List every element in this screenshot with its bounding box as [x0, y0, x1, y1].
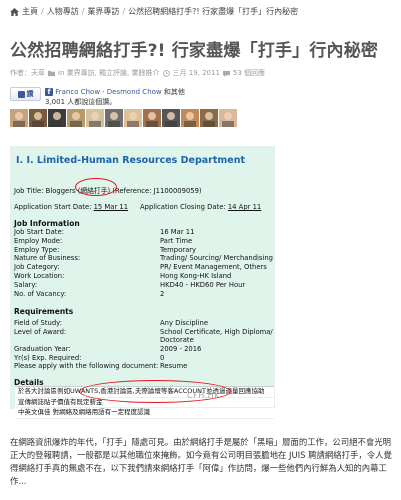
details-box: 於各大討論區例如UWANTS,香港討論區,夫際論壇等客ACCOUNT並透過適量回…	[15, 386, 274, 419]
application-closing-row: Application Closing Date: 14 Apr 11	[140, 203, 261, 211]
job-field-label: No. of Vacancy:	[14, 289, 67, 298]
post-author[interactable]: 作者：天草	[10, 68, 45, 78]
breadcrumb-separator: /	[122, 7, 126, 16]
like-button-label: 讚	[26, 90, 34, 98]
post-date: 三月 19, 2011	[172, 69, 220, 77]
friend-avatar[interactable]	[219, 109, 237, 127]
thumbs-up-icon	[17, 90, 25, 98]
requirement-value: Any Discipline	[160, 319, 209, 327]
like-count: 3,001 人都說這個讚。	[45, 98, 117, 106]
requirement-value: School Certificate, High Diploma/ Associ…	[160, 328, 274, 336]
comment-icon	[222, 70, 230, 77]
clock-icon	[162, 69, 170, 77]
breadcrumb-item-current: 公然招聘網絡打手?! 行家盡爆「打手」行內秘密	[128, 7, 299, 16]
article-intro: 在網路資訊爆炸的年代，「打手」隨處可見。由於網絡打手是屬於「黑暗」層面的工作，公…	[10, 437, 392, 486]
requirement-value: 0	[160, 353, 165, 362]
breadcrumb-item-industry[interactable]: 業界專訪	[87, 6, 119, 17]
requirement-label: Yr(s) Exp. Required:	[14, 353, 82, 362]
application-closing-label: Application Closing Date:	[140, 203, 226, 211]
level-of-award-value-cont: Doctorate	[160, 336, 194, 344]
facebook-friends-text: f Franco Chow · Desmond Chow 和其他 3,001 人…	[45, 87, 185, 107]
breadcrumb: 主頁 / 人物專訪 / 業界專訪 / 公然招聘網絡打手?! 行家盡爆「打手」行內…	[10, 6, 298, 17]
breadcrumb-item-interviews[interactable]: 人物專訪	[47, 6, 79, 17]
watermark-text: CFH.HK	[187, 391, 220, 400]
friend-avatar[interactable]	[124, 109, 142, 127]
details-line: 中英文俱佳 對網絡及網絡用語有一定程度認識	[15, 408, 274, 419]
details-line: 宣傳網誌貼子價值有既定薪金	[15, 398, 274, 408]
job-field-value: Trading/ Sourcing/ Merchandising	[160, 254, 273, 263]
job-field-value: 16 Mar 11	[160, 228, 195, 236]
job-field-value: HKD40 - HKD60 Per Hour	[160, 280, 246, 289]
friend-avatar[interactable]	[105, 109, 123, 127]
job-info-heading: Job Information	[14, 219, 80, 228]
post-meta: 作者：天草 in 業界專訪, 獨立評論, 業餘推介 三月 19, 2011 53…	[10, 68, 265, 78]
home-icon[interactable]	[10, 7, 19, 16]
friend-avatar[interactable]	[200, 109, 218, 127]
facebook-faces	[10, 109, 237, 127]
post-categories[interactable]: in 業界專訪, 獨立評論, 業餘推介	[58, 68, 160, 78]
job-field-label: Work Location:	[14, 272, 65, 280]
application-closing-value: 14 Apr 11	[227, 203, 262, 211]
job-field-label: Employ Mode:	[14, 236, 63, 245]
friend-avatar[interactable]	[10, 109, 28, 127]
friend-avatar[interactable]	[48, 109, 66, 127]
friend-avatar[interactable]	[86, 109, 104, 127]
job-field-label: Nature of Business:	[14, 254, 81, 263]
friend-link[interactable]: Franco Chow	[55, 88, 100, 96]
requirement-label: Field of Study:	[14, 319, 62, 327]
requirement-value: Resume	[160, 362, 188, 370]
details-line: 於各大討論區例如UWANTS,香港討論區,夫際論壇等客ACCOUNT並透過適量回…	[15, 387, 274, 398]
job-title-label: Job Title:	[14, 187, 44, 195]
friend-link[interactable]: Desmond Chow	[107, 88, 162, 96]
post-comments[interactable]: 53 個回應	[233, 68, 265, 78]
application-start-value: 15 Mar 11	[93, 203, 129, 211]
requirement-label: Please apply with the following document…	[14, 362, 159, 370]
friend-avatar[interactable]	[162, 109, 180, 127]
breadcrumb-separator: /	[81, 7, 85, 16]
requirement-value: 2009 - 2016	[160, 345, 202, 353]
job-ad-screenshot: I. I. Limited-Human Resources Department…	[10, 146, 275, 419]
folder-icon	[48, 70, 55, 76]
friend-separator: ·	[102, 88, 105, 96]
job-field-label: Job Category:	[14, 263, 60, 272]
requirement-label: Graduation Year:	[14, 345, 71, 353]
friend-avatar[interactable]	[181, 109, 199, 127]
friend-avatar[interactable]	[67, 109, 85, 127]
friends-others: 和其他	[163, 88, 185, 96]
job-title-row: Job Title: Bloggers (網絡打手) (Reference: J…	[14, 185, 202, 195]
job-field-value: 2	[160, 289, 165, 298]
friend-avatar[interactable]	[29, 109, 47, 127]
facebook-icon: f	[45, 88, 53, 96]
job-field-value: Temporary	[160, 245, 197, 254]
facebook-like-box: 讚 f Franco Chow · Desmond Chow 和其他 3,001…	[10, 87, 185, 109]
job-field-value: Hong Kong-HK Island	[160, 272, 232, 280]
application-start-label: Application Start Date:	[14, 203, 92, 211]
like-button[interactable]: 讚	[10, 87, 41, 101]
job-field-label: Employ Type:	[14, 245, 60, 254]
job-field-label: Job Start Date:	[14, 228, 64, 236]
friend-avatar[interactable]	[143, 109, 161, 127]
application-start-row: Application Start Date: 15 Mar 11	[14, 203, 128, 211]
job-title-value: Bloggers (網絡打手) (Reference: J1100009059)	[45, 187, 202, 195]
breadcrumb-separator: /	[41, 7, 44, 16]
breadcrumb-item-home[interactable]: 主頁	[22, 6, 38, 17]
job-field-value: PR/ Event Management, Others	[160, 263, 267, 272]
page-title: 公然招聘網絡打手?! 行家盡爆「打手」行內秘密	[10, 41, 379, 61]
requirements-heading: Requirements	[14, 307, 74, 316]
requirement-label: Level of Award:	[14, 328, 67, 336]
job-field-label: Salary:	[14, 280, 38, 289]
job-ad-title: I. I. Limited-Human Resources Department	[16, 155, 246, 166]
job-field-value: Part Time	[160, 236, 193, 245]
